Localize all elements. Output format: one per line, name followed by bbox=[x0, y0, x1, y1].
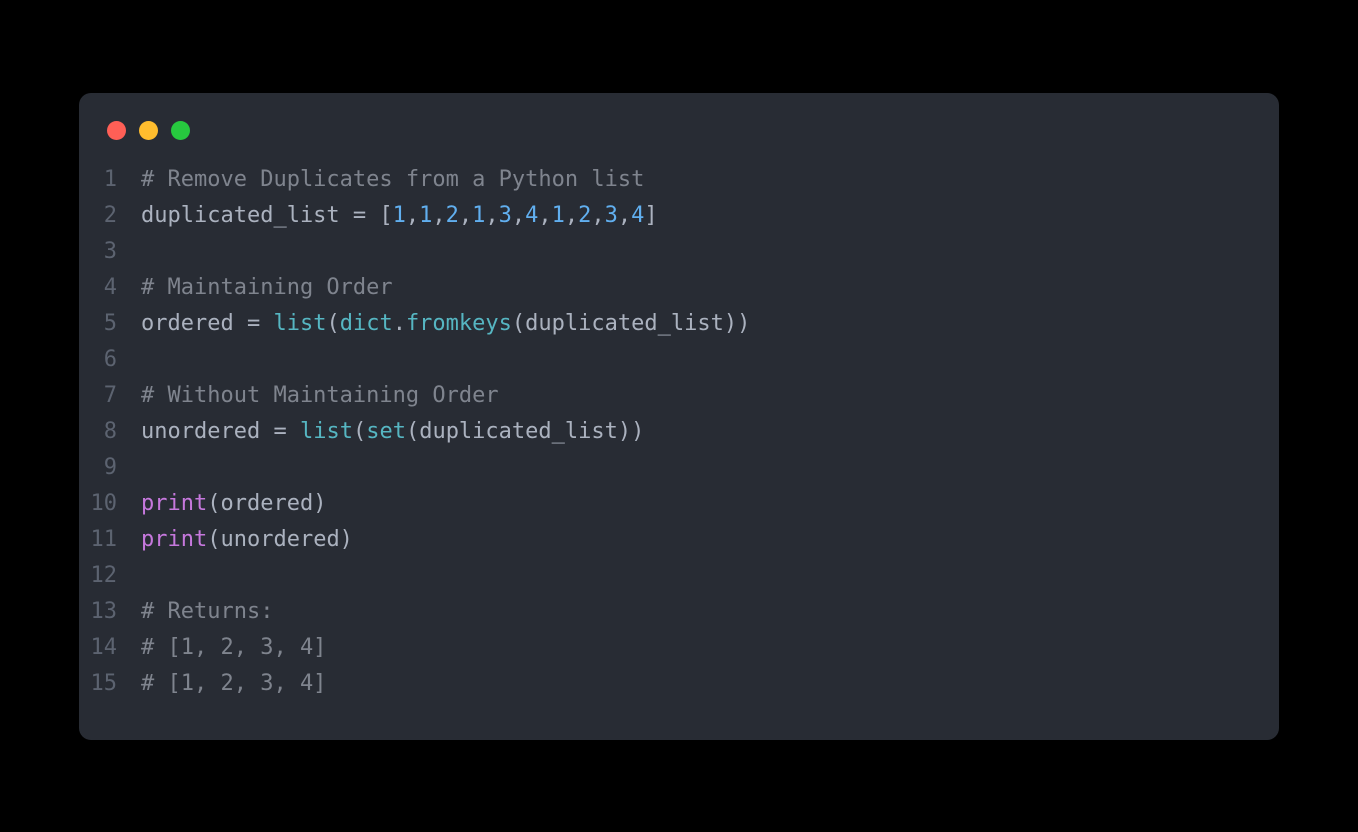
code-token: ] bbox=[644, 203, 657, 228]
code-token: ( bbox=[353, 419, 366, 444]
code-token: # [1, 2, 3, 4] bbox=[141, 635, 326, 660]
code-content[interactable]: # [1, 2, 3, 4] bbox=[141, 666, 326, 702]
code-line[interactable]: 13# Returns: bbox=[79, 594, 1279, 630]
code-token: 1 bbox=[393, 203, 406, 228]
code-token: unordered bbox=[141, 419, 260, 444]
code-token: = [ bbox=[340, 203, 393, 228]
code-line[interactable]: 3 bbox=[79, 234, 1279, 270]
code-token: 2 bbox=[446, 203, 459, 228]
minimize-icon[interactable] bbox=[139, 121, 158, 140]
code-token: set bbox=[366, 419, 406, 444]
line-number: 3 bbox=[79, 234, 141, 270]
code-content[interactable]: ordered = list(dict.fromkeys(duplicated_… bbox=[141, 306, 750, 342]
code-content[interactable]: # Maintaining Order bbox=[141, 270, 393, 306]
code-window: 1# Remove Duplicates from a Python list2… bbox=[79, 93, 1279, 740]
code-token: dict bbox=[340, 311, 393, 336]
code-token: # Maintaining Order bbox=[141, 275, 393, 300]
line-number: 5 bbox=[79, 306, 141, 342]
line-number: 8 bbox=[79, 414, 141, 450]
code-token: 1 bbox=[472, 203, 485, 228]
code-line[interactable]: 6 bbox=[79, 342, 1279, 378]
code-token: 3 bbox=[605, 203, 618, 228]
line-number: 10 bbox=[79, 486, 141, 522]
code-token: # [1, 2, 3, 4] bbox=[141, 671, 326, 696]
code-token: duplicated_list bbox=[141, 203, 340, 228]
code-line[interactable]: 5ordered = list(dict.fromkeys(duplicated… bbox=[79, 306, 1279, 342]
code-token: # Returns: bbox=[141, 599, 273, 624]
code-token: 4 bbox=[525, 203, 538, 228]
code-token: 4 bbox=[631, 203, 644, 228]
code-token: # Remove Duplicates from a Python list bbox=[141, 167, 644, 192]
code-token: ( bbox=[326, 311, 339, 336]
code-line[interactable]: 2duplicated_list = [1,1,2,1,3,4,1,2,3,4] bbox=[79, 198, 1279, 234]
code-content[interactable] bbox=[141, 342, 154, 378]
line-number: 12 bbox=[79, 558, 141, 594]
code-token: , bbox=[459, 203, 472, 228]
code-line[interactable]: 10print(ordered) bbox=[79, 486, 1279, 522]
line-number: 9 bbox=[79, 450, 141, 486]
code-token: print bbox=[141, 527, 207, 552]
code-token: 1 bbox=[552, 203, 565, 228]
code-token: (duplicated_list)) bbox=[512, 311, 750, 336]
code-token: = bbox=[234, 311, 274, 336]
code-line[interactable]: 15# [1, 2, 3, 4] bbox=[79, 666, 1279, 702]
code-line[interactable]: 8unordered = list(set(duplicated_list)) bbox=[79, 414, 1279, 450]
code-token: , bbox=[538, 203, 551, 228]
code-token: 3 bbox=[499, 203, 512, 228]
code-token: list bbox=[273, 311, 326, 336]
code-line[interactable]: 12 bbox=[79, 558, 1279, 594]
code-content[interactable]: # Remove Duplicates from a Python list bbox=[141, 162, 644, 198]
code-line[interactable]: 1# Remove Duplicates from a Python list bbox=[79, 162, 1279, 198]
code-token: , bbox=[565, 203, 578, 228]
code-token: , bbox=[512, 203, 525, 228]
code-token: (ordered) bbox=[207, 491, 326, 516]
code-line[interactable]: 9 bbox=[79, 450, 1279, 486]
line-number: 6 bbox=[79, 342, 141, 378]
code-line[interactable]: 7# Without Maintaining Order bbox=[79, 378, 1279, 414]
code-content[interactable]: # [1, 2, 3, 4] bbox=[141, 630, 326, 666]
window-titlebar bbox=[79, 121, 1279, 162]
code-content[interactable]: print(ordered) bbox=[141, 486, 326, 522]
close-icon[interactable] bbox=[107, 121, 126, 140]
line-number: 15 bbox=[79, 666, 141, 702]
code-line[interactable]: 4# Maintaining Order bbox=[79, 270, 1279, 306]
code-content[interactable]: print(unordered) bbox=[141, 522, 353, 558]
code-token: , bbox=[618, 203, 631, 228]
code-token: , bbox=[591, 203, 604, 228]
code-content[interactable]: duplicated_list = [1,1,2,1,3,4,1,2,3,4] bbox=[141, 198, 658, 234]
code-token: 1 bbox=[419, 203, 432, 228]
code-content[interactable] bbox=[141, 450, 154, 486]
code-token: 2 bbox=[578, 203, 591, 228]
code-token: . bbox=[393, 311, 406, 336]
code-token: (duplicated_list)) bbox=[406, 419, 644, 444]
line-number: 14 bbox=[79, 630, 141, 666]
code-token: = bbox=[260, 419, 300, 444]
code-token: print bbox=[141, 491, 207, 516]
code-line[interactable]: 14# [1, 2, 3, 4] bbox=[79, 630, 1279, 666]
line-number: 11 bbox=[79, 522, 141, 558]
code-token: , bbox=[432, 203, 445, 228]
line-number: 2 bbox=[79, 198, 141, 234]
code-token: fromkeys bbox=[406, 311, 512, 336]
code-content[interactable] bbox=[141, 558, 154, 594]
code-token: (unordered) bbox=[207, 527, 353, 552]
code-content[interactable]: # Without Maintaining Order bbox=[141, 378, 499, 414]
line-number: 1 bbox=[79, 162, 141, 198]
line-number: 7 bbox=[79, 378, 141, 414]
code-content[interactable]: unordered = list(set(duplicated_list)) bbox=[141, 414, 644, 450]
code-token: , bbox=[485, 203, 498, 228]
code-token: , bbox=[406, 203, 419, 228]
code-content[interactable]: # Returns: bbox=[141, 594, 273, 630]
line-number: 4 bbox=[79, 270, 141, 306]
code-editor[interactable]: 1# Remove Duplicates from a Python list2… bbox=[79, 162, 1279, 702]
code-token: # Without Maintaining Order bbox=[141, 383, 499, 408]
code-token: list bbox=[300, 419, 353, 444]
code-content[interactable] bbox=[141, 234, 154, 270]
code-line[interactable]: 11print(unordered) bbox=[79, 522, 1279, 558]
line-number: 13 bbox=[79, 594, 141, 630]
code-token: ordered bbox=[141, 311, 234, 336]
maximize-icon[interactable] bbox=[171, 121, 190, 140]
